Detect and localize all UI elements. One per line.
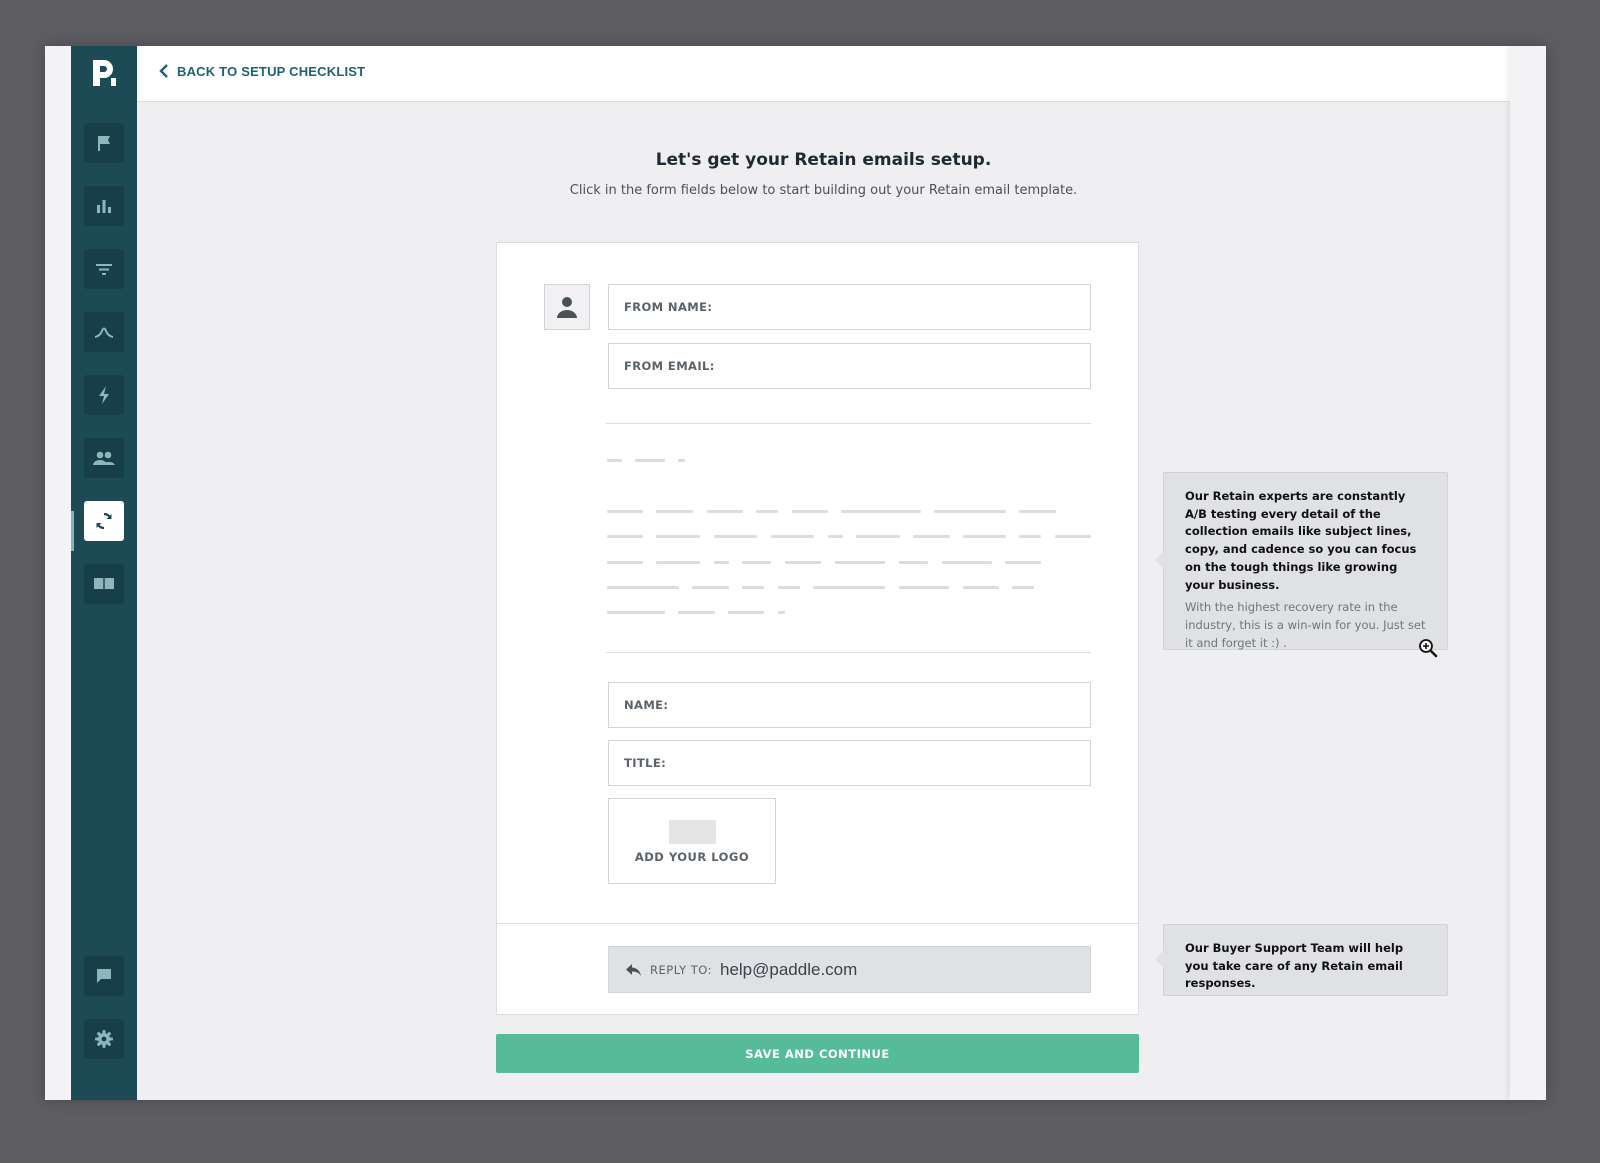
signature-name-field[interactable]: NAME: xyxy=(608,682,1091,728)
window-right-edge xyxy=(1510,46,1546,1100)
bar-chart-icon xyxy=(97,200,111,213)
sidebar xyxy=(71,46,137,1100)
save-and-continue-button[interactable]: SAVE AND CONTINUE xyxy=(496,1034,1139,1073)
retain-tip-bold-text: Our Retain experts are constantly A/B te… xyxy=(1185,489,1417,592)
lightning-icon xyxy=(99,386,109,404)
top-bar: BACK TO SETUP CHECKLIST xyxy=(137,46,1510,102)
gear-icon xyxy=(95,1030,113,1048)
nav-flag[interactable] xyxy=(84,123,124,163)
refresh-icon xyxy=(96,512,112,530)
app-window: BACK TO SETUP CHECKLIST Let's get your R… xyxy=(45,46,1546,1100)
chevron-left-icon xyxy=(159,64,168,78)
from-email-label: FROM EMAIL: xyxy=(624,359,715,373)
from-name-label: FROM NAME: xyxy=(624,300,713,314)
page-title: Let's get your Retain emails setup. xyxy=(655,150,992,170)
title-label: TITLE: xyxy=(624,756,667,770)
nav-retain[interactable] xyxy=(84,501,124,541)
reply-to-label: REPLY TO: xyxy=(650,962,712,977)
nav-lightning[interactable] xyxy=(84,375,124,415)
nav-people[interactable] xyxy=(84,438,124,478)
main-content: BACK TO SETUP CHECKLIST Let's get your R… xyxy=(137,46,1510,1100)
divider-bottom xyxy=(606,652,1091,653)
curve-icon xyxy=(94,327,114,338)
reply-to-email: help@paddle.com xyxy=(720,959,858,979)
sender-avatar[interactable] xyxy=(544,284,590,330)
nav-filter[interactable] xyxy=(84,249,124,289)
chat-icon xyxy=(97,969,111,983)
nav-settings[interactable] xyxy=(84,1019,124,1059)
page-subtitle: Click in the form fields below to start … xyxy=(569,183,1078,198)
back-to-checklist-link[interactable]: BACK TO SETUP CHECKLIST xyxy=(159,63,365,79)
nav-book[interactable] xyxy=(84,564,124,604)
zoom-in-cursor-icon xyxy=(1419,639,1438,658)
name-label: NAME: xyxy=(624,698,669,712)
card-divider xyxy=(497,923,1138,924)
add-logo-label: ADD YOUR LOGO xyxy=(634,850,750,864)
nav-curve[interactable] xyxy=(84,312,124,352)
active-nav-marker xyxy=(71,511,74,551)
reply-to-field: REPLY TO: help@paddle.com xyxy=(608,946,1091,993)
buyer-support-tooltip: Our Buyer Support Team will help you tak… xyxy=(1155,924,1448,996)
logo-placeholder-image xyxy=(669,820,716,844)
retain-experts-tooltip: Our Retain experts are constantly A/B te… xyxy=(1155,472,1448,650)
reply-arrow-icon xyxy=(626,963,641,976)
divider-top xyxy=(606,423,1091,424)
nav-analytics[interactable] xyxy=(84,186,124,226)
people-icon xyxy=(93,451,115,465)
person-icon xyxy=(557,297,577,318)
signature-title-field[interactable]: TITLE: xyxy=(608,740,1091,786)
nav-chat[interactable] xyxy=(84,956,124,996)
add-logo-button[interactable]: ADD YOUR LOGO xyxy=(608,798,776,884)
support-tip-bold-text: Our Buyer Support Team will help you tak… xyxy=(1185,941,1404,991)
retain-tip-normal-text: With the highest recovery rate in the in… xyxy=(1185,600,1426,650)
back-link-label: BACK TO SETUP CHECKLIST xyxy=(177,63,366,79)
from-email-field[interactable]: FROM EMAIL: xyxy=(608,343,1091,389)
book-icon xyxy=(94,578,114,591)
paddle-logo[interactable] xyxy=(87,56,121,90)
email-template-card: FROM NAME: FROM EMAIL: NAME: TITLE: ADD … xyxy=(496,242,1139,1015)
filter-icon xyxy=(96,264,112,275)
flag-icon xyxy=(98,136,110,151)
window-left-edge xyxy=(45,46,71,1100)
from-name-field[interactable]: FROM NAME: xyxy=(608,284,1091,330)
